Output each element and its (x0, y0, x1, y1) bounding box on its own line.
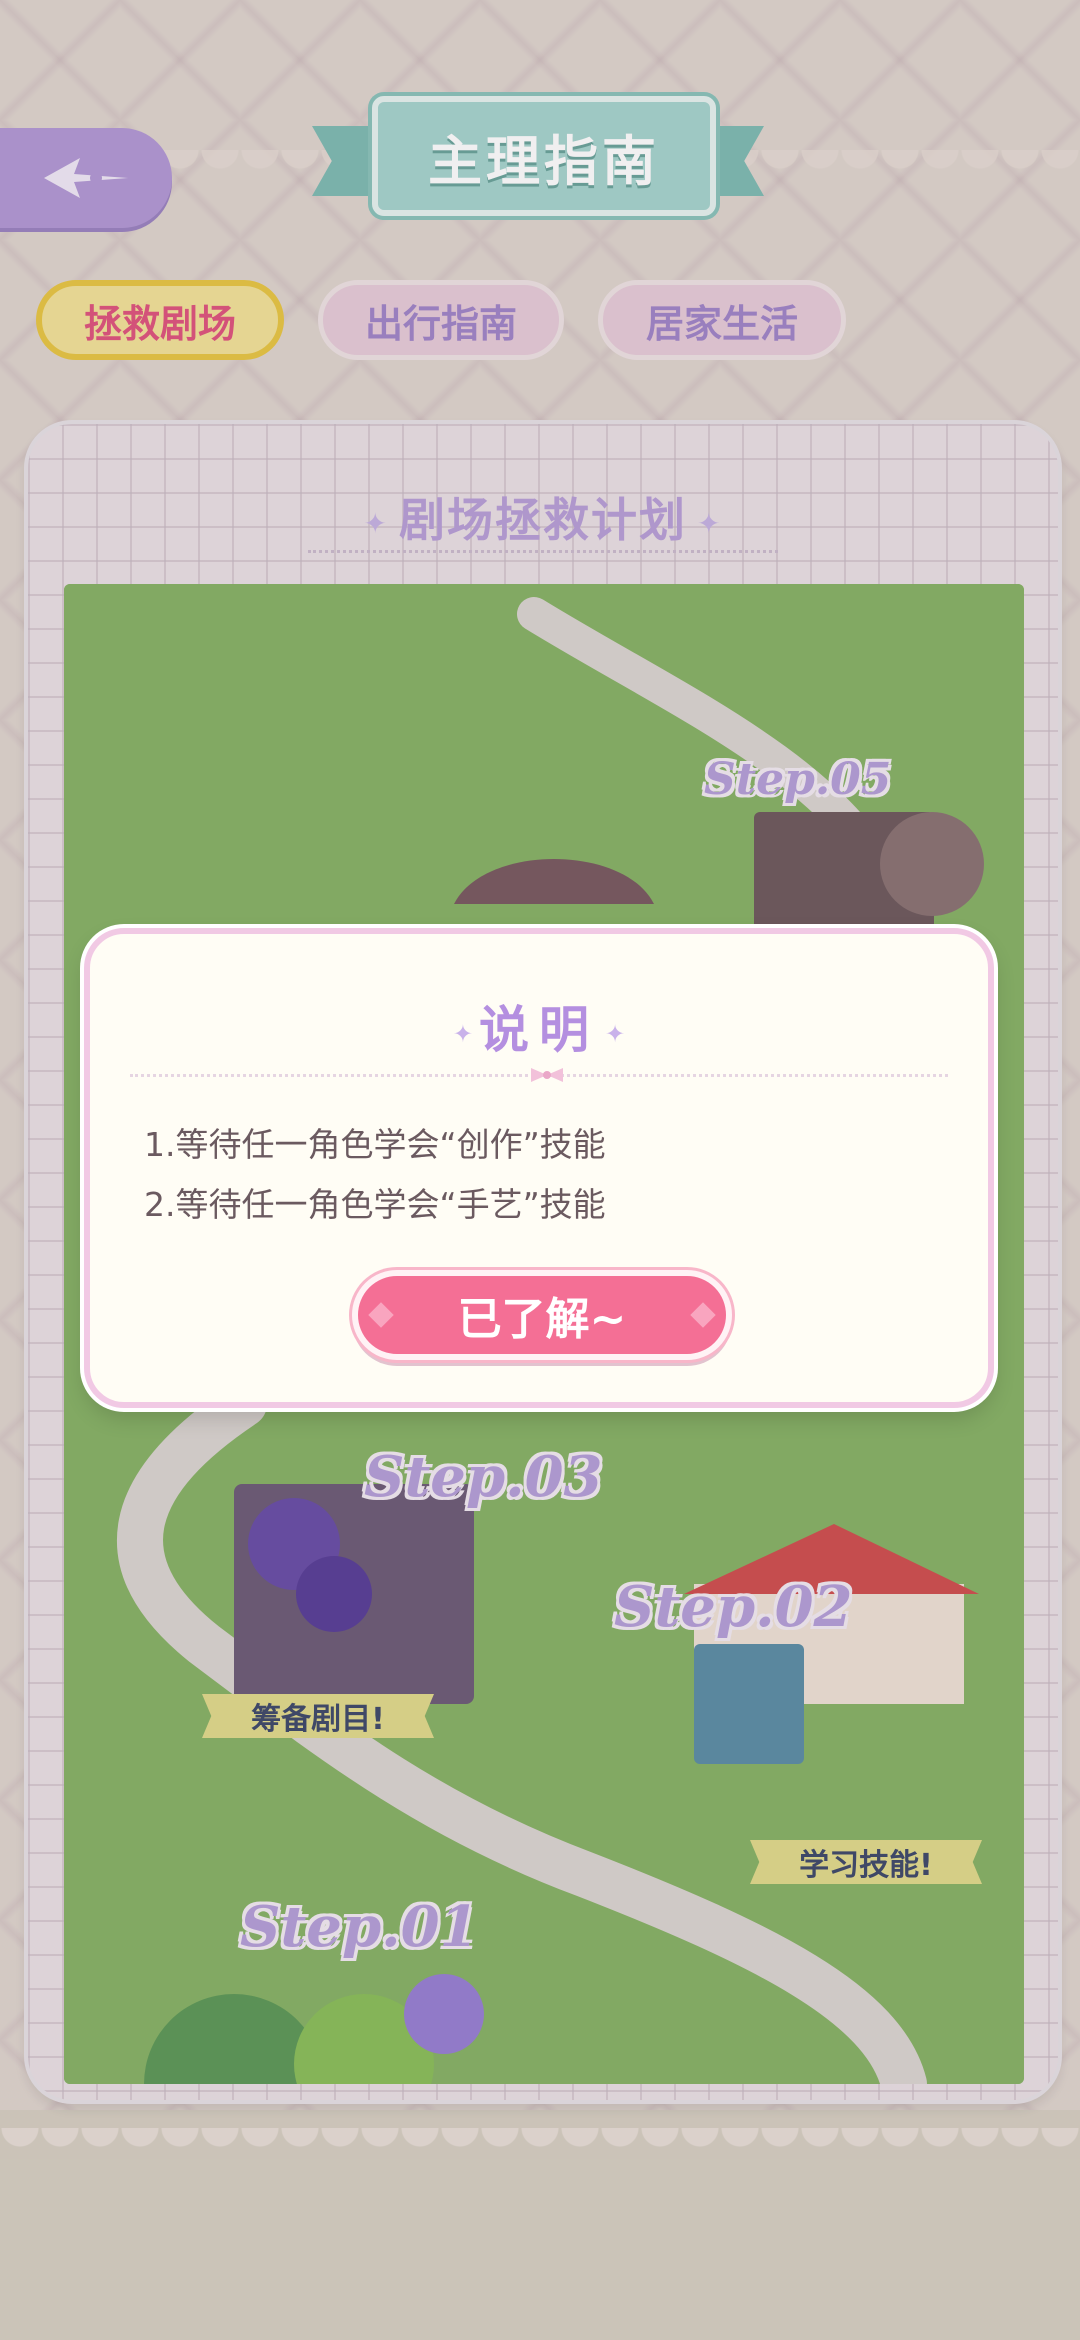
diamond-icon (690, 1302, 716, 1328)
dialog-title-row: ✦ 说明 ✦ (90, 990, 988, 1062)
dialog-title: 说明 (479, 1001, 599, 1059)
confirm-button[interactable]: 已了解~ (352, 1270, 732, 1360)
dialog-line-2: 2.等待任一角色学会“手艺”技能 (144, 1185, 606, 1224)
confirm-button-label: 已了解~ (457, 1294, 627, 1345)
info-dialog: ✦ 说明 ✦ 1.等待任一角色学会“创作”技能 2.等待任一角色学会“手艺”技能 已… (84, 928, 994, 1408)
sparkle-icon: ✦ (605, 1019, 626, 1048)
bow-icon (531, 1068, 563, 1082)
dialog-line-1: 1.等待任一角色学会“创作”技能 (144, 1125, 606, 1164)
sparkle-icon: ✦ (452, 1019, 473, 1048)
diamond-icon (368, 1302, 394, 1328)
